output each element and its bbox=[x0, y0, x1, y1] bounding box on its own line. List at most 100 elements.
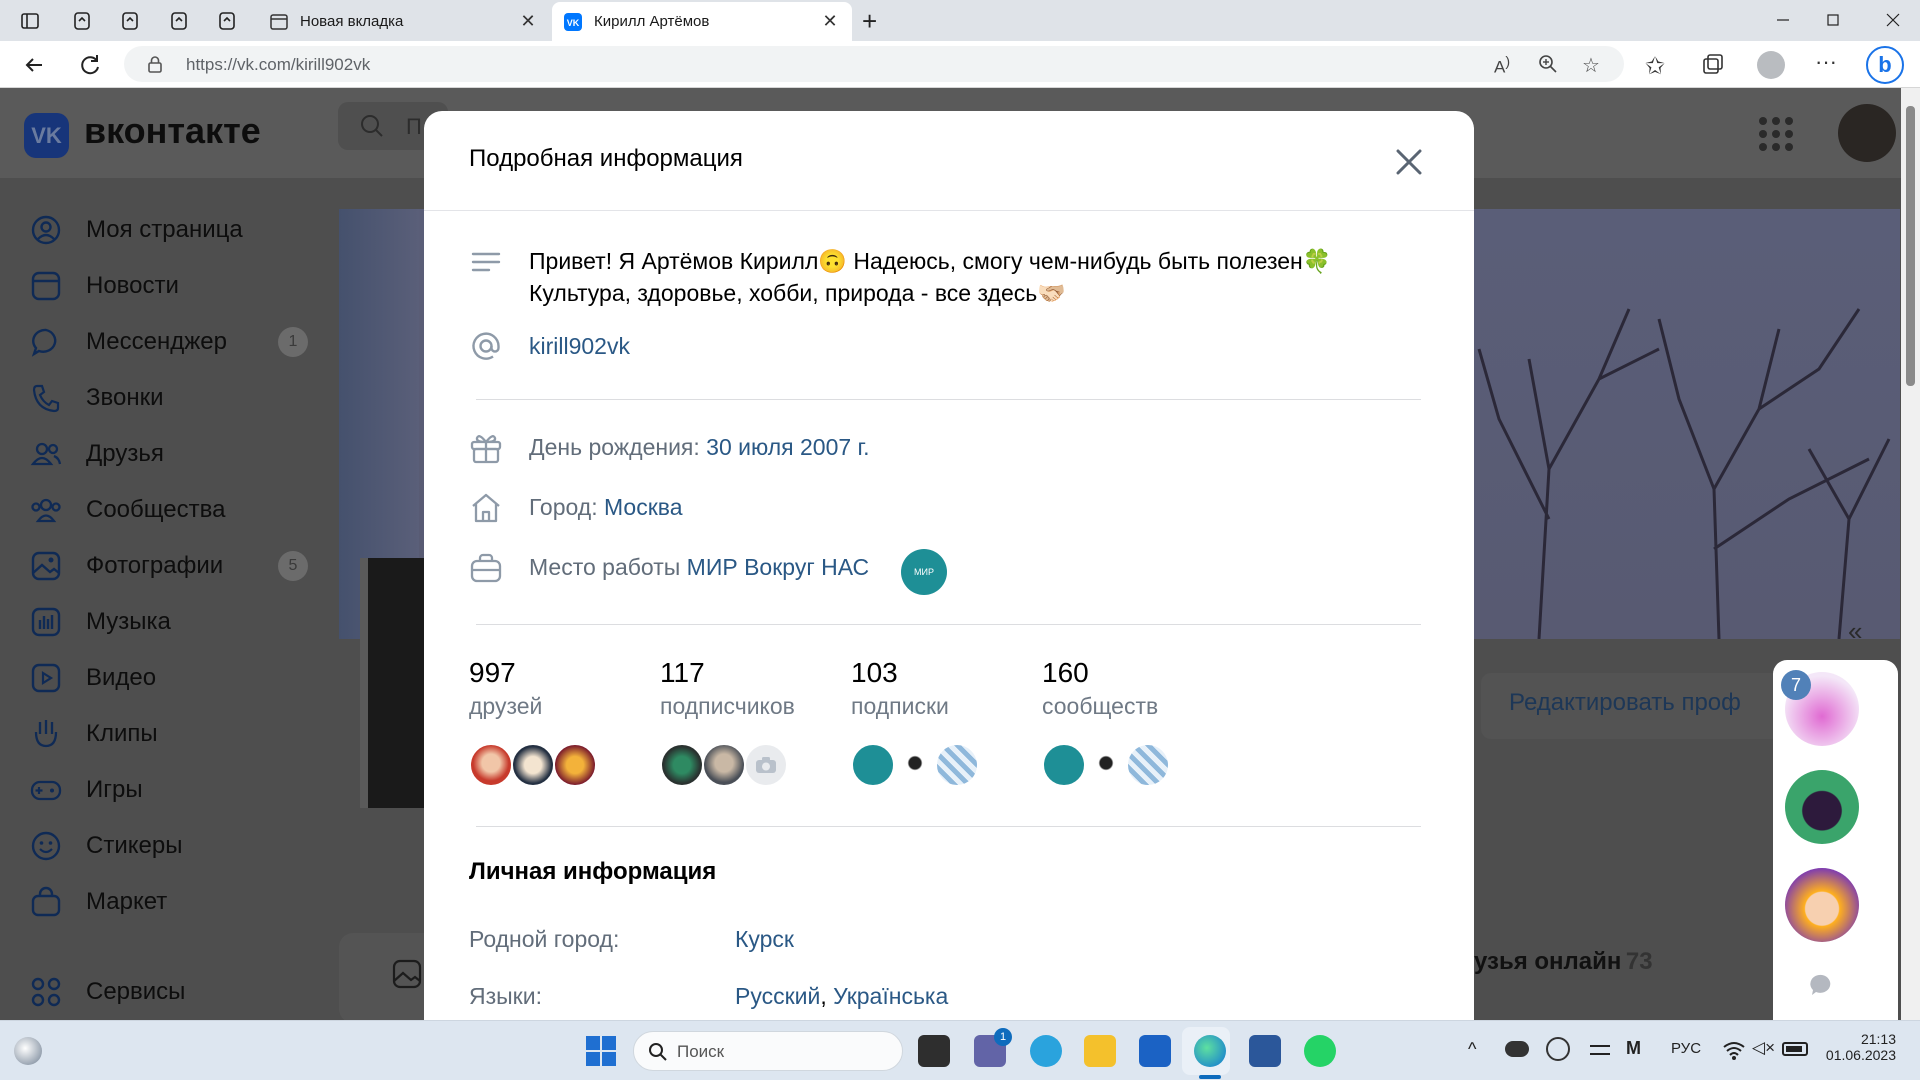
stat-followers[interactable]: 117 подписчиков bbox=[660, 657, 850, 720]
work-link[interactable]: МИР Вокруг НАС bbox=[687, 554, 869, 580]
workspace-icon[interactable] bbox=[214, 8, 240, 34]
back-arrow-icon[interactable] bbox=[20, 51, 48, 79]
nav-clips[interactable]: Клипы bbox=[28, 710, 328, 758]
community-avatar[interactable] bbox=[1126, 743, 1170, 787]
nav-music[interactable]: Музыка bbox=[28, 598, 328, 646]
wifi-icon[interactable] bbox=[1722, 1039, 1746, 1061]
nav-calls[interactable]: Звонки bbox=[28, 374, 328, 422]
community-avatar[interactable] bbox=[851, 743, 895, 787]
page-scrollbar[interactable] bbox=[1901, 88, 1920, 1020]
nav-video[interactable]: Видео bbox=[28, 654, 328, 702]
community-avatar[interactable] bbox=[1042, 743, 1086, 787]
follower-avatar[interactable] bbox=[702, 743, 746, 787]
nav-my-page[interactable]: Моя страница bbox=[28, 206, 328, 254]
clock[interactable]: 21:13 01.06.2023 bbox=[1822, 1031, 1896, 1063]
nav-friends[interactable]: Друзья bbox=[28, 430, 328, 478]
tab-new-tab[interactable]: Новая вкладка ✕ bbox=[258, 2, 550, 41]
friend-avatar[interactable] bbox=[511, 743, 555, 787]
microsoft-store-icon[interactable] bbox=[1139, 1035, 1171, 1067]
lock-icon[interactable] bbox=[146, 55, 164, 73]
photo-attach-icon[interactable] bbox=[391, 958, 423, 990]
tab-vk-profile[interactable]: VK Кирилл Артёмов ✕ bbox=[552, 2, 852, 41]
sync-icon[interactable] bbox=[1546, 1037, 1570, 1061]
nav-market[interactable]: Маркет bbox=[28, 878, 328, 926]
community-avatar[interactable] bbox=[935, 743, 979, 787]
collections-icon[interactable] bbox=[1701, 53, 1725, 77]
word-icon[interactable] bbox=[1249, 1035, 1281, 1067]
screen-name-link[interactable]: kirill902vk bbox=[529, 330, 630, 362]
communities-avatar-stack[interactable] bbox=[1042, 743, 1182, 787]
vk-logo-icon[interactable]: VK bbox=[24, 113, 69, 158]
community-avatar[interactable] bbox=[893, 743, 937, 787]
more-options-icon[interactable]: ··· bbox=[1815, 49, 1837, 75]
zoom-icon[interactable] bbox=[1538, 54, 1558, 74]
windows-start-icon[interactable] bbox=[585, 1035, 617, 1067]
bing-chat-icon[interactable]: b bbox=[1866, 46, 1904, 84]
stat-friends[interactable]: 997 друзей bbox=[469, 657, 659, 720]
close-tab-icon[interactable]: ✕ bbox=[820, 11, 840, 32]
weather-icon[interactable] bbox=[14, 1037, 42, 1065]
nav-news[interactable]: Новости bbox=[28, 262, 328, 310]
hometown-link[interactable]: Курск bbox=[735, 923, 794, 955]
settings-sliders-icon[interactable] bbox=[1588, 1038, 1612, 1062]
edge-browser-icon[interactable] bbox=[1194, 1035, 1226, 1067]
minimize-icon[interactable] bbox=[1768, 10, 1798, 30]
apps-grid-icon[interactable] bbox=[1758, 116, 1794, 152]
followers-avatar-stack[interactable] bbox=[660, 743, 800, 787]
speaker-muted-icon[interactable]: ◁× bbox=[1752, 1038, 1776, 1062]
follower-avatar[interactable] bbox=[660, 743, 704, 787]
profile-avatar-edge[interactable] bbox=[360, 558, 430, 808]
close-window-icon[interactable] bbox=[1878, 10, 1908, 30]
language-link[interactable]: Українська bbox=[833, 983, 948, 1009]
nav-services[interactable]: Сервисы bbox=[28, 968, 328, 1016]
friends-avatar-stack[interactable] bbox=[469, 743, 609, 787]
close-tab-icon[interactable]: ✕ bbox=[518, 11, 538, 32]
chat-avatar[interactable] bbox=[1785, 770, 1859, 844]
battery-icon[interactable] bbox=[1782, 1042, 1808, 1056]
file-explorer-icon[interactable] bbox=[1084, 1035, 1116, 1067]
add-favorite-icon[interactable]: ☆ bbox=[1582, 53, 1604, 77]
chat-avatar[interactable] bbox=[1785, 868, 1859, 942]
stat-communities[interactable]: 160 сообществ bbox=[1042, 657, 1232, 720]
nav-stickers[interactable]: Стикеры bbox=[28, 822, 328, 870]
nav-messenger[interactable]: Мессенджер 1 bbox=[28, 318, 328, 366]
close-icon[interactable] bbox=[1394, 147, 1424, 177]
subscriptions-avatar-stack[interactable] bbox=[851, 743, 991, 787]
work-logo[interactable]: МИР bbox=[901, 549, 947, 595]
profile-avatar-icon[interactable] bbox=[1757, 51, 1785, 79]
whatsapp-icon[interactable] bbox=[1304, 1035, 1336, 1067]
show-hidden-icons-icon[interactable]: ^ bbox=[1468, 1039, 1476, 1060]
onedrive-icon[interactable] bbox=[1505, 1041, 1529, 1057]
task-view-icon[interactable] bbox=[918, 1035, 950, 1067]
edit-profile-button[interactable]: Редактировать проф bbox=[1481, 673, 1781, 739]
new-tab-button[interactable]: + bbox=[862, 6, 877, 37]
restore-icon[interactable] bbox=[1818, 10, 1848, 30]
url-text[interactable]: https://vk.com/kirill902vk bbox=[186, 55, 370, 75]
app-tray-icon[interactable]: M bbox=[1626, 1038, 1650, 1062]
omnibox[interactable]: https://vk.com/kirill902vk A) ☆ bbox=[124, 46, 1624, 82]
workspace-icon[interactable] bbox=[117, 8, 143, 34]
nav-games[interactable]: Игры bbox=[28, 766, 328, 814]
friend-avatar[interactable] bbox=[469, 743, 513, 787]
camera-placeholder-icon[interactable] bbox=[744, 743, 788, 787]
friend-avatar[interactable] bbox=[553, 743, 597, 787]
city-link[interactable]: Москва bbox=[604, 494, 683, 520]
tab-actions-icon[interactable] bbox=[17, 8, 43, 34]
taskbar-search-input[interactable]: Поиск bbox=[633, 1031, 903, 1071]
vk-logo-text[interactable]: вконтакте bbox=[84, 110, 261, 152]
language-link[interactable]: Русский bbox=[735, 983, 820, 1009]
birthday-link[interactable]: 30 июля 2007 г. bbox=[706, 434, 869, 460]
stat-subscriptions[interactable]: 103 подписки bbox=[851, 657, 1041, 720]
nav-communities[interactable]: Сообщества bbox=[28, 486, 328, 534]
workspace-icon[interactable] bbox=[69, 8, 95, 34]
nav-photos[interactable]: Фотографии 5 bbox=[28, 542, 328, 590]
chat-bubble-icon[interactable] bbox=[1809, 972, 1835, 998]
refresh-icon[interactable] bbox=[76, 51, 104, 79]
collapse-chevrons-icon[interactable]: « bbox=[1848, 616, 1862, 647]
user-avatar[interactable] bbox=[1838, 104, 1896, 162]
read-aloud-icon[interactable]: A) bbox=[1494, 54, 1514, 77]
telegram-icon[interactable] bbox=[1030, 1035, 1062, 1067]
input-language[interactable]: РУС bbox=[1671, 1040, 1701, 1057]
scrollbar-thumb[interactable] bbox=[1906, 106, 1915, 386]
favorites-icon[interactable]: ✩ bbox=[1645, 52, 1671, 80]
